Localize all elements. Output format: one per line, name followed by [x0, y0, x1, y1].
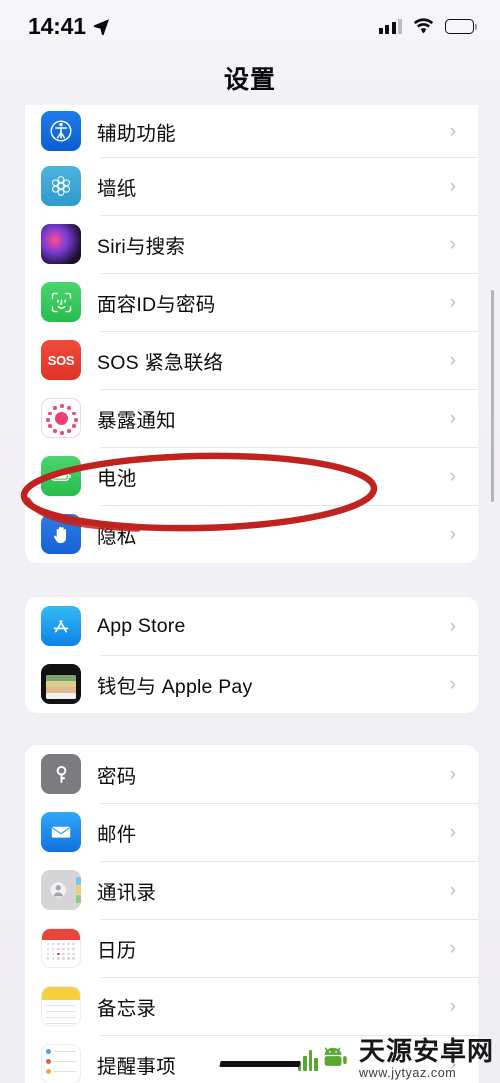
status-bar-left: 14:41: [28, 13, 110, 40]
chevron-right-icon: ›: [449, 937, 456, 959]
chevron-right-icon: ›: [449, 291, 456, 313]
sidebar-item-label: App Store: [97, 614, 186, 637]
location-arrow-icon: [93, 18, 110, 35]
redaction-bar: [219, 1061, 301, 1067]
exposure-notification-icon: [41, 398, 81, 438]
watermark-text: 天源安卓网 www.jytyaz.com: [359, 1038, 494, 1080]
sidebar-item-wallpaper[interactable]: 墙纸 ›: [25, 157, 478, 215]
sidebar-item-emergency-sos[interactable]: SOS SOS 紧急联络 ›: [25, 331, 478, 389]
wifi-icon: [413, 18, 434, 34]
sidebar-item-notes[interactable]: 备忘录 ›: [25, 977, 478, 1035]
iphone-screen: 14:41 设置 辅助功能 › 墙纸 › Siri与搜索 › 面容ID与密码 ›…: [0, 0, 500, 1083]
chevron-right-icon: ›: [449, 465, 456, 487]
sidebar-item-wallet-apple-pay[interactable]: 钱包与 Apple Pay ›: [25, 655, 478, 713]
chevron-right-icon: ›: [449, 821, 456, 843]
chevron-right-icon: ›: [449, 407, 456, 429]
sidebar-item-label: 密码: [97, 765, 137, 788]
chevron-right-icon: ›: [449, 763, 456, 785]
status-bar-clock: 14:41: [28, 12, 86, 39]
watermark-site-name: 天源安卓网: [358, 1035, 494, 1066]
sidebar-item-label: 辅助功能: [97, 122, 176, 145]
sidebar-item-label: 墙纸: [97, 177, 137, 200]
sidebar-item-contacts[interactable]: 通讯录 ›: [25, 861, 478, 919]
privacy-hand-icon: [41, 514, 81, 554]
sos-icon-text: SOS: [47, 352, 75, 368]
settings-group-system: 辅助功能 › 墙纸 › Siri与搜索 › 面容ID与密码 › SOS SOS …: [25, 105, 478, 563]
sidebar-item-label: Siri与搜索: [97, 235, 186, 258]
passwords-key-icon: [41, 754, 81, 794]
calendar-icon: [41, 928, 81, 968]
chevron-right-icon: ›: [449, 175, 456, 197]
chevron-right-icon: ›: [449, 523, 456, 545]
status-bar-right: [378, 18, 478, 34]
sidebar-item-privacy[interactable]: 隐私 ›: [25, 505, 478, 563]
chevron-right-icon: ›: [449, 233, 456, 255]
wallpaper-icon: [41, 166, 81, 206]
sidebar-item-exposure-notifications[interactable]: 暴露通知 ›: [25, 389, 478, 447]
reminders-icon: [41, 1044, 81, 1083]
chevron-right-icon: ›: [449, 349, 456, 371]
sidebar-item-label: SOS 紧急联络: [97, 351, 224, 374]
status-bar: 14:41: [0, 0, 500, 52]
page-title: 设置: [223, 66, 276, 94]
sidebar-item-accessibility[interactable]: 辅助功能 ›: [25, 105, 478, 157]
chevron-right-icon: ›: [449, 879, 456, 901]
sidebar-item-label: 面容ID与密码: [97, 293, 216, 316]
battery-icon: [445, 18, 478, 34]
sidebar-item-battery[interactable]: 电池 ›: [25, 447, 478, 505]
contacts-icon: [41, 870, 81, 910]
settings-scroll-area[interactable]: 辅助功能 › 墙纸 › Siri与搜索 › 面容ID与密码 › SOS SOS …: [0, 105, 500, 1083]
notes-icon: [41, 986, 81, 1026]
sidebar-item-label: 通讯录: [97, 881, 157, 904]
wallet-icon: [41, 664, 81, 704]
sidebar-item-face-id[interactable]: 面容ID与密码 ›: [25, 273, 478, 331]
sidebar-item-label: 隐私: [97, 525, 137, 548]
mail-icon: [41, 812, 81, 852]
watermark-url: www.jytyaz.com: [358, 1065, 457, 1080]
sidebar-item-label: 日历: [97, 939, 137, 962]
sidebar-item-app-store[interactable]: App Store ›: [25, 597, 478, 655]
sidebar-item-label: 电池: [97, 467, 137, 490]
siri-icon: [41, 224, 81, 264]
sidebar-item-label: 邮件: [97, 823, 137, 846]
battery-settings-icon: [41, 456, 81, 496]
app-store-icon: [41, 606, 81, 646]
accessibility-icon: [41, 111, 81, 151]
navigation-bar: 设置: [0, 52, 500, 104]
settings-group-apps: 密码 › 邮件 › 通讯录 › 日历 › 备忘录 › 提醒事项 ›: [25, 745, 478, 1083]
chevron-right-icon: ›: [449, 615, 456, 637]
sidebar-item-passwords[interactable]: 密码 ›: [25, 745, 478, 803]
sidebar-item-label: 钱包与 Apple Pay: [97, 675, 253, 698]
chevron-right-icon: ›: [449, 995, 456, 1017]
sidebar-item-siri-search[interactable]: Siri与搜索 ›: [25, 215, 478, 273]
chevron-right-icon: ›: [449, 673, 456, 695]
vertical-scrollbar[interactable]: [491, 290, 494, 502]
sidebar-item-label: 暴露通知: [97, 409, 176, 432]
sos-icon: SOS: [41, 340, 81, 380]
site-watermark: 天源安卓网 www.jytyaz.com: [219, 1038, 494, 1080]
sidebar-item-mail[interactable]: 邮件 ›: [25, 803, 478, 861]
android-robot-logo: [297, 1045, 352, 1072]
sidebar-item-label: 备忘录: [97, 997, 157, 1020]
cellular-signal-icon: [378, 18, 402, 34]
chevron-right-icon: ›: [449, 120, 456, 142]
face-id-icon: [41, 282, 81, 322]
settings-group-store: App Store › 钱包与 Apple Pay ›: [25, 597, 478, 713]
sidebar-item-calendar[interactable]: 日历 ›: [25, 919, 478, 977]
